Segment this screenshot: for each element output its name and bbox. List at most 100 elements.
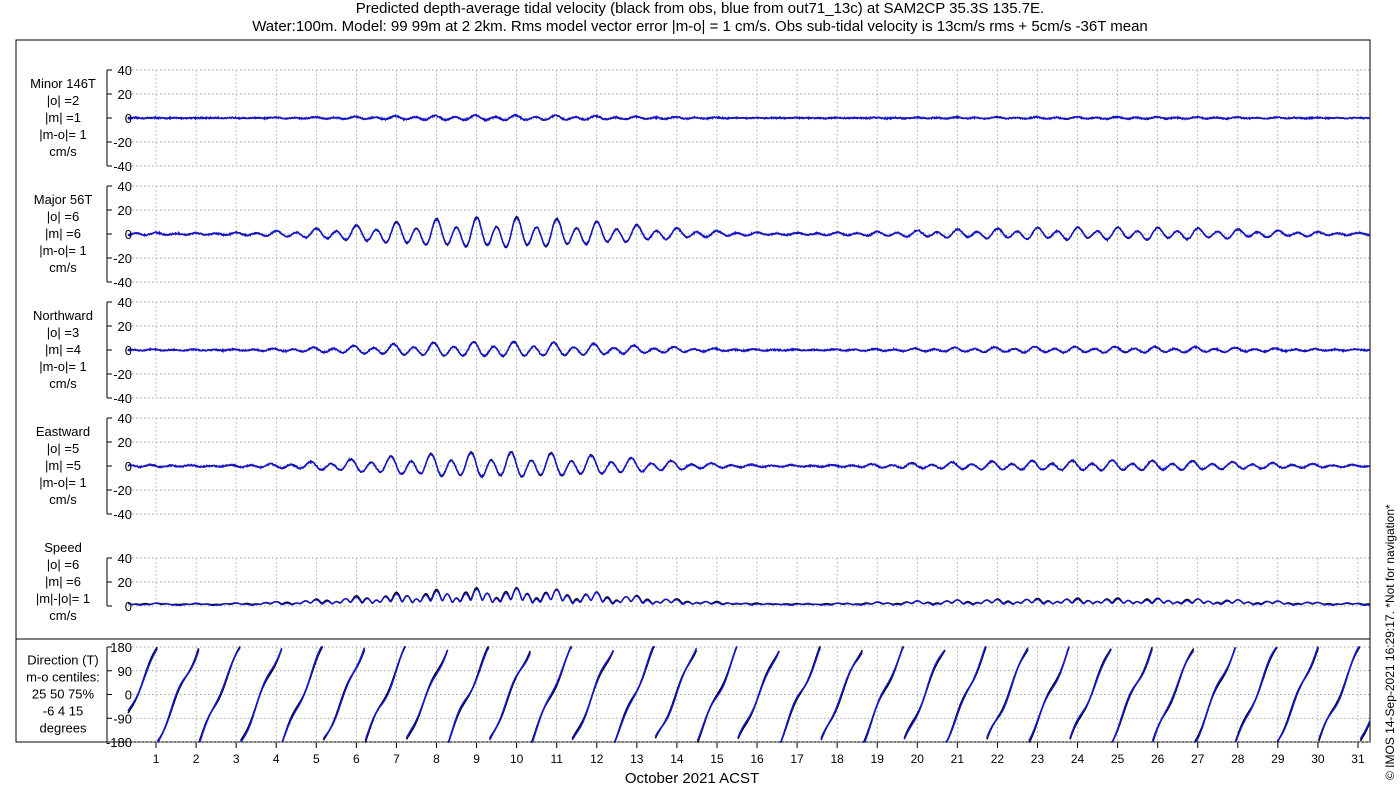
xtick-label-12: 13 bbox=[630, 752, 644, 766]
panel-label-speed-2: |m| =6 bbox=[45, 574, 81, 589]
panel-label-direction-0: Direction (T) bbox=[27, 653, 99, 668]
xtick-label-21: 22 bbox=[991, 752, 1005, 766]
xtick-label-28: 29 bbox=[1271, 752, 1285, 766]
panel-major bbox=[106, 185, 112, 283]
ytick-label-direction-3: -90 bbox=[113, 711, 132, 726]
panel-speed bbox=[106, 557, 112, 607]
ytick-label-east-0: 40 bbox=[118, 411, 132, 426]
panel-label-east-2: |m| =5 bbox=[45, 458, 81, 473]
ytick-label-north-3: -20 bbox=[113, 367, 132, 382]
panel-direction bbox=[106, 646, 112, 743]
ytick-label-north-2: 0 bbox=[125, 343, 132, 358]
xtick-label-5: 6 bbox=[353, 752, 360, 766]
xtick-label-27: 28 bbox=[1231, 752, 1245, 766]
ytick-label-speed-2: 0 bbox=[125, 599, 132, 614]
xtick-label-0: 1 bbox=[153, 752, 160, 766]
panel-label-minor-2: |m| =1 bbox=[45, 110, 81, 125]
ytick-label-speed-1: 20 bbox=[118, 575, 132, 590]
xtick-label-30: 31 bbox=[1351, 752, 1365, 766]
xtick-label-11: 12 bbox=[590, 752, 604, 766]
panel-north bbox=[106, 301, 112, 399]
ytick-label-direction-2: 0 bbox=[125, 688, 132, 703]
ytick-label-minor-1: 20 bbox=[118, 87, 132, 102]
ytick-label-north-1: 20 bbox=[118, 319, 132, 334]
panel-label-north-3: |m-o|= 1 bbox=[39, 359, 87, 374]
xtick-label-4: 5 bbox=[313, 752, 320, 766]
panel-minor bbox=[106, 69, 112, 167]
panel-east bbox=[106, 417, 112, 515]
xtick-label-15: 16 bbox=[750, 752, 764, 766]
panel-label-major-0: Major 56T bbox=[34, 192, 93, 207]
panel-label-minor-3: |m-o|= 1 bbox=[39, 127, 87, 142]
panel-label-major-3: |m-o|= 1 bbox=[39, 243, 87, 258]
ytick-label-east-1: 20 bbox=[118, 435, 132, 450]
ytick-label-speed-0: 40 bbox=[118, 551, 132, 566]
ytick-label-direction-4: -180 bbox=[106, 735, 132, 750]
upper-plot-frame bbox=[15, 39, 1371, 640]
xtick-label-29: 30 bbox=[1311, 752, 1325, 766]
xtick-label-9: 10 bbox=[510, 752, 524, 766]
panel-label-direction-1: m-o centiles: bbox=[26, 670, 100, 685]
ytick-label-east-2: 0 bbox=[125, 459, 132, 474]
ytick-label-major-3: -20 bbox=[113, 251, 132, 266]
xtick-label-16: 17 bbox=[790, 752, 804, 766]
panel-label-direction-2: 25 50 75% bbox=[32, 687, 95, 702]
panel-label-direction-4: degrees bbox=[40, 721, 87, 736]
ytick-label-north-0: 40 bbox=[118, 295, 132, 310]
panel-label-speed-4: cm/s bbox=[49, 608, 77, 623]
panel-label-east-4: cm/s bbox=[49, 492, 77, 507]
ytick-label-minor-0: 40 bbox=[118, 63, 132, 78]
xtick-label-18: 19 bbox=[871, 752, 885, 766]
series-model-major bbox=[127, 216, 1371, 248]
xtick-label-13: 14 bbox=[670, 752, 684, 766]
ytick-label-direction-0: 180 bbox=[110, 640, 132, 655]
panel-label-minor-0: Minor 146T bbox=[30, 76, 96, 91]
panel-label-north-1: |o| =3 bbox=[47, 325, 79, 340]
series-model-speed bbox=[127, 587, 1370, 607]
xtick-label-24: 25 bbox=[1111, 752, 1125, 766]
ytick-label-minor-2: 0 bbox=[125, 111, 132, 126]
x-axis-label: October 2021 ACST bbox=[625, 770, 759, 787]
xtick-label-3: 4 bbox=[273, 752, 280, 766]
ytick-label-minor-4: -40 bbox=[113, 159, 132, 174]
series-model-north bbox=[127, 340, 1371, 358]
panel-label-minor-1: |o| =2 bbox=[47, 93, 79, 108]
xtick-label-10: 11 bbox=[550, 752, 563, 766]
panel-label-east-0: Eastward bbox=[36, 424, 90, 439]
panel-label-speed-0: Speed bbox=[44, 540, 82, 555]
panel-label-speed-1: |o| =6 bbox=[47, 557, 79, 572]
series-model-minor bbox=[127, 113, 1371, 123]
copyright-notice: © IMOS 14-Sep-2021 16:29:17. *Not for na… bbox=[1383, 504, 1397, 780]
xtick-label-20: 21 bbox=[951, 752, 965, 766]
panel-label-north-4: cm/s bbox=[49, 376, 77, 391]
panel-label-direction-3: -6 4 15 bbox=[43, 704, 83, 719]
ytick-label-major-0: 40 bbox=[118, 179, 132, 194]
panel-label-major-2: |m| =6 bbox=[45, 226, 81, 241]
panel-label-speed-3: |m|-|o|= 1 bbox=[36, 591, 90, 606]
xtick-label-14: 15 bbox=[710, 752, 724, 766]
xtick-label-26: 27 bbox=[1191, 752, 1205, 766]
ytick-label-north-4: -40 bbox=[113, 391, 132, 406]
xtick-label-23: 24 bbox=[1071, 752, 1085, 766]
xtick-label-22: 23 bbox=[1031, 752, 1045, 766]
ytick-label-major-4: -40 bbox=[113, 275, 132, 290]
xtick-label-25: 26 bbox=[1151, 752, 1165, 766]
xtick-label-17: 18 bbox=[830, 752, 844, 766]
panel-label-major-4: cm/s bbox=[49, 260, 77, 275]
xtick-label-8: 9 bbox=[473, 752, 480, 766]
panel-label-east-1: |o| =5 bbox=[47, 441, 79, 456]
xtick-label-2: 3 bbox=[233, 752, 240, 766]
series-obs-major bbox=[127, 215, 1371, 249]
ytick-label-east-3: -20 bbox=[113, 483, 132, 498]
ytick-label-major-2: 0 bbox=[125, 227, 132, 242]
panel-label-north-2: |m| =4 bbox=[45, 342, 81, 357]
xtick-label-7: 8 bbox=[433, 752, 440, 766]
panel-label-major-1: |o| =6 bbox=[47, 209, 79, 224]
panel-label-east-3: |m-o|= 1 bbox=[39, 475, 87, 490]
tidal-velocity-chart: 40200-20-40Minor 146T|o| =2|m| =1|m-o|= … bbox=[15, 39, 1371, 787]
xtick-label-1: 2 bbox=[193, 752, 200, 766]
xtick-label-19: 20 bbox=[911, 752, 925, 766]
panel-label-minor-4: cm/s bbox=[49, 144, 77, 159]
panel-label-north-0: Northward bbox=[33, 308, 93, 323]
ytick-label-major-1: 20 bbox=[118, 203, 132, 218]
